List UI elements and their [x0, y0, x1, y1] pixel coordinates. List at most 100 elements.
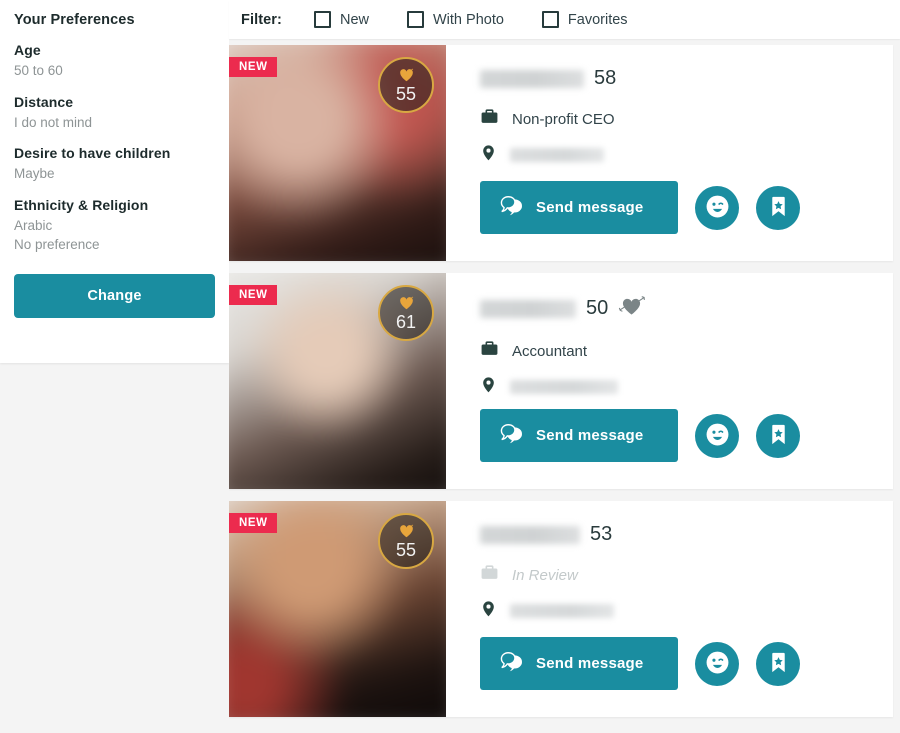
profile-location-row	[480, 598, 893, 624]
new-badge: NEW	[229, 285, 277, 305]
location-pin-icon	[480, 374, 497, 400]
preference-group-ethnicity-religion: Ethnicity & Religion Arabic No preferenc…	[14, 197, 215, 255]
send-message-label: Send message	[536, 199, 644, 216]
profile-card[interactable]: NEW 61 50 Accountant Send message	[229, 273, 893, 489]
checkbox-icon[interactable]	[407, 11, 424, 28]
page-root: Your Preferences Age 50 to 60 Distance I…	[0, 0, 900, 733]
profile-location	[510, 148, 604, 162]
bookmark-star-icon	[767, 651, 790, 677]
change-preferences-button[interactable]: Change	[14, 273, 215, 318]
profile-card[interactable]: NEW 55 53 In Review Send message	[229, 501, 893, 717]
chat-bubble-icon	[500, 651, 523, 676]
match-score-value: 61	[395, 311, 417, 332]
profile-location	[510, 380, 618, 394]
location-pin-icon	[480, 598, 497, 624]
match-score-badge: 55	[378, 513, 434, 569]
checkbox-icon[interactable]	[541, 11, 559, 28]
profile-card[interactable]: NEW 55 58 Non-profit CEO Send message	[229, 45, 893, 261]
filter-option-label: New	[339, 11, 369, 28]
new-badge: NEW	[229, 513, 277, 533]
profile-info: 50 Accountant Send message	[446, 273, 893, 489]
profile-location-row	[480, 374, 893, 400]
preference-value: I do not mind	[14, 114, 93, 130]
filter-bar: Filter: New With Photo Favorites	[229, 0, 900, 39]
preference-label: Ethnicity & Religion	[14, 196, 149, 213]
preference-value: Arabic	[14, 217, 53, 233]
preferences-sidebar: Your Preferences Age 50 to 60 Distance I…	[0, 0, 229, 733]
profile-actions: Send message	[480, 181, 800, 234]
chat-bubble-icon	[500, 423, 523, 448]
profile-occupation: In Review	[512, 566, 578, 584]
smiley-wink-icon	[705, 194, 730, 222]
profile-occupation-row: In Review	[480, 563, 893, 587]
bookmark-star-icon	[767, 195, 790, 221]
send-message-label: Send message	[536, 655, 644, 672]
send-wink-button[interactable]	[695, 641, 739, 686]
filter-option-label: With Photo	[433, 11, 504, 28]
preference-group-distance: Distance I do not mind	[14, 94, 215, 133]
filter-checkbox-with-photo[interactable]: With Photo	[407, 11, 504, 28]
preferences-panel: Your Preferences Age 50 to 60 Distance I…	[0, 0, 229, 363]
filter-checkbox-favorites[interactable]: Favorites	[541, 11, 628, 28]
preference-label: Distance	[14, 93, 74, 110]
profile-occupation: Non-profit CEO	[512, 110, 615, 128]
profile-location-row	[480, 142, 893, 168]
profile-name	[480, 69, 584, 88]
add-favorite-button[interactable]	[756, 641, 800, 686]
briefcase-icon	[480, 339, 499, 363]
send-wink-button[interactable]	[695, 185, 739, 230]
cupid-heart-icon	[618, 295, 646, 322]
heart-icon	[399, 524, 414, 540]
preference-group-children: Desire to have children Maybe	[14, 145, 215, 184]
add-favorite-button[interactable]	[756, 185, 800, 230]
send-wink-button[interactable]	[695, 413, 739, 458]
profile-photo[interactable]: NEW 55	[229, 45, 446, 261]
match-score-value: 55	[395, 83, 417, 104]
profile-location	[510, 604, 614, 618]
profile-occupation: Accountant	[512, 342, 588, 360]
new-badge: NEW	[229, 57, 277, 77]
checkbox-icon[interactable]	[313, 11, 331, 28]
profile-name	[480, 525, 580, 544]
heart-icon	[399, 296, 414, 312]
profile-name	[480, 299, 576, 318]
add-favorite-button[interactable]	[756, 413, 800, 458]
chat-bubble-icon	[500, 195, 523, 220]
match-score-value: 55	[395, 539, 417, 560]
profile-age: 58	[594, 67, 617, 89]
match-score-badge: 55	[378, 57, 434, 113]
profile-photo[interactable]: NEW 55	[229, 501, 446, 717]
preference-label: Age	[14, 42, 41, 58]
profile-age: 50	[586, 297, 609, 319]
send-message-button[interactable]: Send message	[480, 409, 678, 462]
profile-info: 53 In Review Send message	[446, 501, 893, 717]
send-message-button[interactable]: Send message	[480, 181, 678, 234]
smiley-wink-icon	[705, 422, 730, 450]
filter-option-label: Favorites	[567, 11, 628, 28]
match-score-badge: 61	[378, 285, 434, 341]
profile-occupation-row: Non-profit CEO	[480, 107, 893, 131]
profile-actions: Send message	[480, 637, 800, 690]
preference-group-age: Age 50 to 60	[14, 42, 215, 81]
send-message-button[interactable]: Send message	[480, 637, 678, 690]
preference-value: No preference	[14, 237, 100, 253]
profile-info: 58 Non-profit CEO Send message	[446, 45, 893, 261]
preference-value: Maybe	[14, 166, 55, 182]
main-content: Filter: New With Photo Favorites NEW 55	[229, 0, 900, 733]
briefcase-icon	[480, 107, 499, 131]
filter-checkbox-new[interactable]: New	[313, 11, 369, 28]
profile-name-row: 58	[480, 67, 893, 90]
profile-actions: Send message	[480, 409, 800, 462]
page-title: Your Preferences	[14, 12, 135, 28]
send-message-label: Send message	[536, 427, 644, 444]
profile-age: 53	[590, 523, 613, 545]
profile-photo[interactable]: NEW 61	[229, 273, 446, 489]
heart-icon	[399, 68, 414, 84]
filter-label: Filter:	[241, 11, 282, 28]
location-pin-icon	[480, 142, 497, 168]
preference-label: Desire to have children	[14, 145, 171, 162]
preference-value: 50 to 60	[14, 63, 63, 78]
profile-name-row: 53	[480, 523, 893, 546]
profile-name-row: 50	[480, 295, 893, 322]
bookmark-star-icon	[767, 423, 790, 449]
